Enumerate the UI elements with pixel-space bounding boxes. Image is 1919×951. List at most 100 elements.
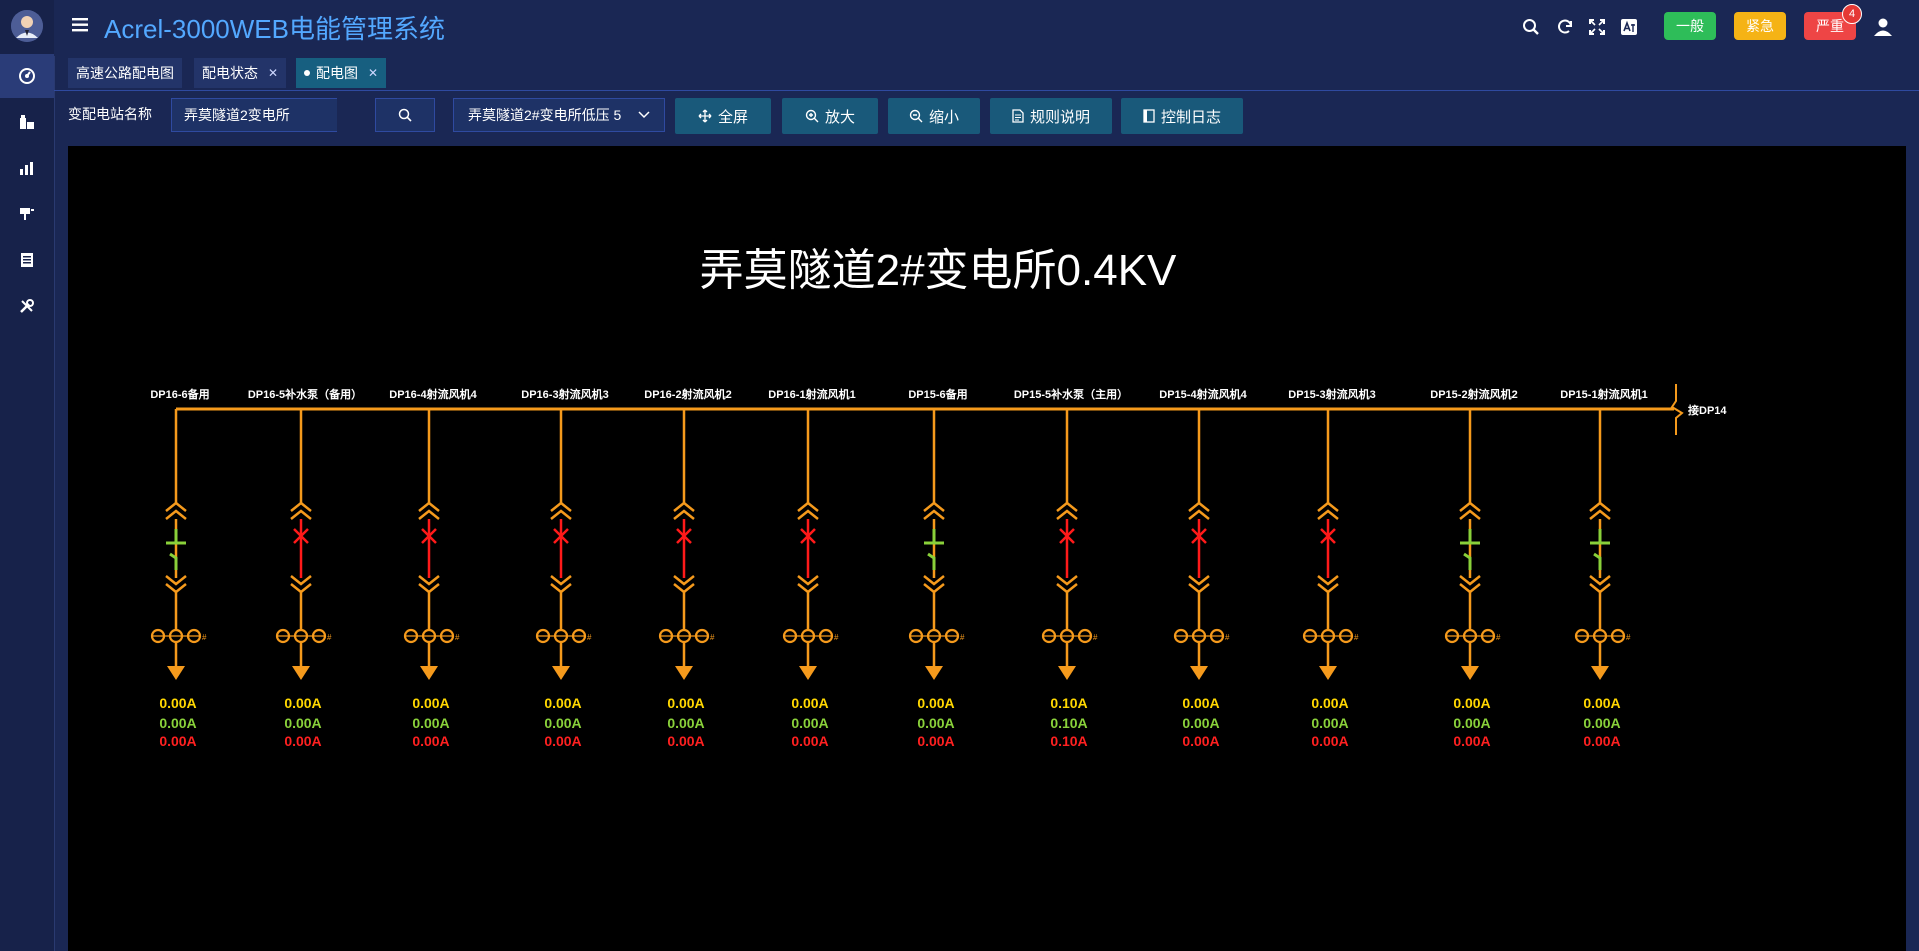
lower-plug-symbol [923,575,945,594]
phase-current-value: 0.00A [917,715,954,731]
feeder-label: DP16-5补水泵（备用） [248,387,362,401]
load-arrow [1591,666,1609,680]
lower-plug-symbol [1188,575,1210,594]
phase-current-value: 0.00A [412,715,449,731]
sidebar-item-statistics[interactable] [0,146,54,190]
single-line-diagram: 接DP14 DP16-6备用 #0.00A 0.00A 0.00A DP16-5补水泵（备… [150,384,1727,749]
phase-current-value: 0.00A [667,715,704,731]
upper-plug-symbol [1459,501,1481,520]
alarm-normal-button[interactable]: 一般 [1664,12,1716,40]
ct-marker: # [202,633,207,642]
search-icon [398,108,412,122]
upper-plug-symbol [797,501,819,520]
sidebar-item-building[interactable] [0,100,54,144]
isolator-symbol [1590,529,1610,545]
isolator-symbol [924,529,944,545]
fullscreen-button[interactable]: 全屏 [675,98,771,134]
alarm-severe-button[interactable]: 严重 4 [1804,4,1862,40]
report-icon [21,253,33,267]
phase-current-value: 0.00A [917,733,954,749]
isolator-symbol [1460,529,1480,545]
phase-current-value: 0.00A [791,715,828,731]
refresh-icon [1558,19,1572,34]
ct-marker: # [327,633,332,642]
rules-button[interactable]: 规则说明 [990,98,1112,134]
close-icon[interactable]: ✕ [368,66,378,80]
upper-plug-symbol [1317,501,1339,520]
close-icon[interactable]: ✕ [268,66,278,80]
feeder-label: DP15-1射流风机1 [1560,387,1647,401]
station-name-label: 变配电站名称 [68,106,152,122]
phase-current-value: 0.00A [791,695,828,711]
load-arrow [675,666,693,680]
zoom-in-icon [805,109,819,123]
user-icon [1874,18,1892,36]
phase-current-value: 0.00A [412,695,449,711]
user-avatar[interactable] [11,10,43,42]
hamburger-menu-icon[interactable] [72,18,88,32]
document-icon [1012,109,1024,123]
tab-highway-distribution[interactable]: 高速公路配电图 [68,58,182,88]
header-search-button[interactable] [1520,16,1542,38]
ct-marker: # [834,633,839,642]
feeder-label: DP16-4射流风机4 [389,387,477,401]
ct-marker: # [1354,633,1359,642]
station-search-button[interactable] [375,98,435,132]
sidebar-item-dashboard[interactable] [0,54,54,98]
phase-current-value: 0.00A [1583,733,1620,749]
fullscreen-icon [1589,19,1605,35]
sidebar-item-reports[interactable] [0,238,54,282]
phase-current-value: 0.00A [1453,695,1490,711]
ct-marker: # [960,633,965,642]
left-sidebar [0,0,55,951]
control-log-button[interactable]: 控制日志 [1121,98,1243,134]
upper-plug-symbol [165,501,187,520]
header-user-button[interactable] [1872,16,1894,38]
upper-plug-symbol [1589,501,1611,520]
dashboard-icon [19,68,35,84]
ct-marker: # [1496,633,1501,642]
breaker-on-symbol [169,552,178,570]
alarm-severe-count: 4 [1842,4,1862,24]
feeder-label: DP15-5补水泵（主用） [1014,387,1128,401]
station-search-input[interactable] [171,98,337,132]
diagram-select[interactable]: 弄莫隧道2#变电所低压 5 [453,98,665,132]
zoom-out-button[interactable]: 缩小 [888,98,980,134]
header-refresh-button[interactable] [1554,16,1576,38]
tab-distribution-diagram[interactable]: 配电图 ✕ [296,58,387,88]
header-translate-button[interactable] [1618,16,1640,38]
sidebar-item-devices[interactable] [0,192,54,236]
phase-current-value: 0.00A [1182,733,1219,749]
log-icon [1143,109,1155,123]
feeder-label: DP16-2射流风机2 [644,387,731,401]
zoom-in-button[interactable]: 放大 [782,98,878,134]
header-fullscreen-button[interactable] [1586,16,1608,38]
lower-plug-symbol [797,575,819,594]
tabs-bar: 高速公路配电图 配电状态 ✕ 配电图 ✕ [54,56,1919,91]
phase-current-value: 0.10A [1050,715,1087,731]
load-arrow [1461,666,1479,680]
alarm-urgent-button[interactable]: 紧急 [1734,12,1786,40]
lower-plug-symbol [1589,575,1611,594]
ct-marker: # [455,633,460,642]
zoom-out-icon [909,109,923,123]
zoom-in-button-label: 放大 [824,108,855,126]
alarm-urgent-label: 紧急 [1746,18,1774,34]
upper-plug-symbol [418,501,440,520]
feeder-label: DP16-6备用 [150,387,209,401]
building-icon [20,115,34,129]
upper-plug-symbol [1056,501,1078,520]
rules-button-label: 规则说明 [1029,108,1090,126]
load-arrow [1058,666,1076,680]
phase-current-value: 0.00A [1583,695,1620,711]
tab-distribution-status[interactable]: 配电状态 ✕ [194,58,287,88]
phase-current-value: 0.00A [1311,695,1348,711]
phase-current-value: 0.00A [667,733,704,749]
app-title: Acrel-3000WEB电能管理系统 [104,14,445,44]
sidebar-item-tools[interactable] [0,284,54,328]
phase-current-value: 0.00A [1182,695,1219,711]
ct-marker: # [710,633,715,642]
lower-plug-symbol [550,575,572,594]
bus-end-label: 接DP14 [1688,403,1727,417]
feeder-label: DP15-2射流风机2 [1430,387,1517,401]
